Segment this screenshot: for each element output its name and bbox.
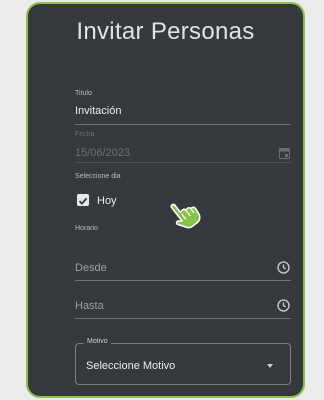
hasta-input[interactable]: Hasta xyxy=(75,300,104,312)
titulo-label: Titulo xyxy=(75,90,92,97)
motivo-legend: Motivo xyxy=(84,338,111,345)
motivo-selected-value[interactable]: Seleccione Motivo xyxy=(86,360,175,372)
clock-icon[interactable] xyxy=(277,261,290,274)
desde-underline xyxy=(75,280,291,281)
hasta-underline xyxy=(75,318,291,319)
calendar-icon xyxy=(279,148,290,159)
seleccione-dia-label: Seleccione dia xyxy=(75,173,121,180)
checkmark-icon xyxy=(78,197,88,205)
desde-input[interactable]: Desde xyxy=(75,262,107,274)
pointer-hand-icon xyxy=(170,203,201,229)
horario-label: Horario xyxy=(75,225,98,232)
hoy-label[interactable]: Hoy xyxy=(97,195,117,207)
titulo-underline xyxy=(75,124,291,125)
titulo-input[interactable]: Invitación xyxy=(75,105,121,117)
invite-dialog: Invitar Personas Titulo Invitación Fecha… xyxy=(26,2,305,398)
hoy-checkbox[interactable] xyxy=(77,194,89,206)
chevron-down-icon[interactable] xyxy=(267,364,273,368)
fecha-label: Fecha xyxy=(75,131,95,138)
fecha-input: 15/06/2023 xyxy=(75,147,131,159)
fecha-underline xyxy=(75,162,291,163)
dialog-title: Invitar Personas xyxy=(76,18,255,45)
clock-icon[interactable] xyxy=(277,299,290,312)
